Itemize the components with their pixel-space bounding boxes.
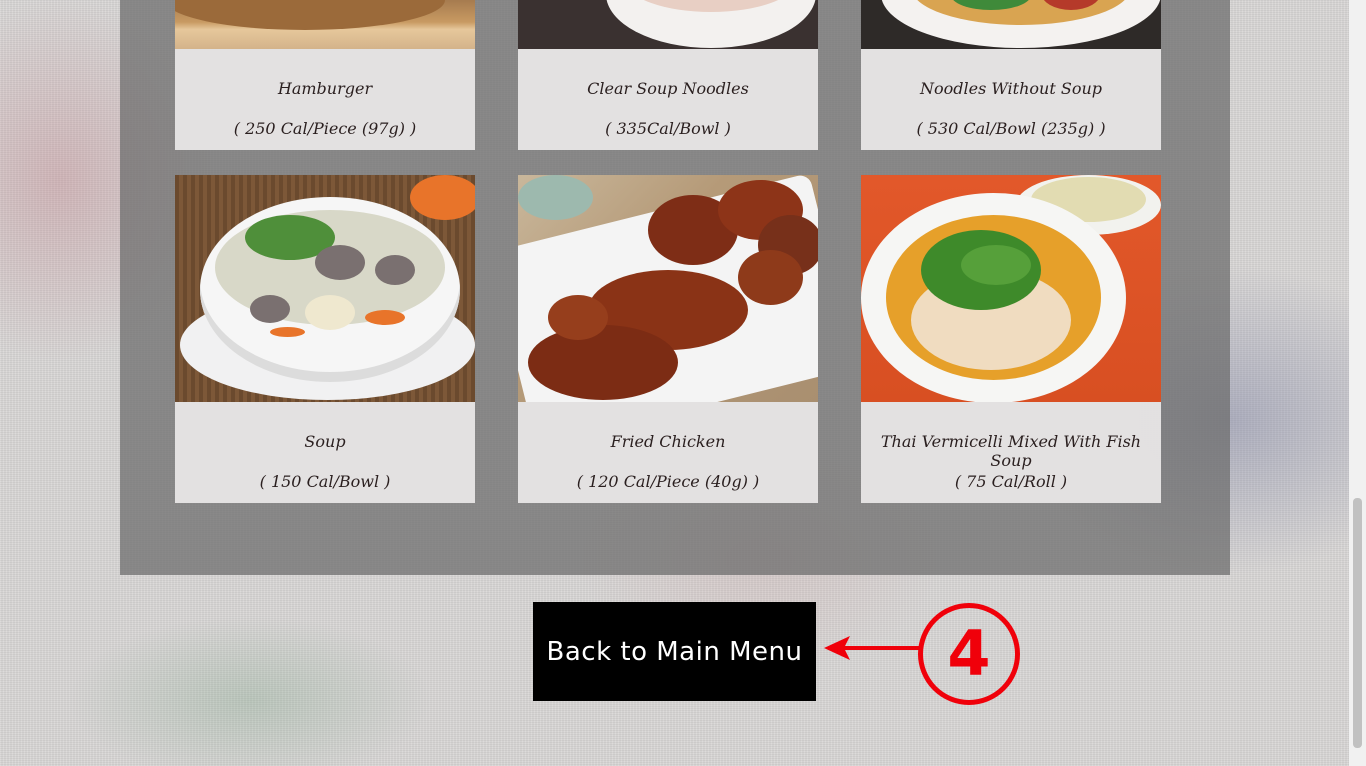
hamburger-image <box>175 0 475 49</box>
annotation-step-badge: 4 <box>918 603 1020 705</box>
menu-card-thai-vermicelli[interactable]: Thai Vermicelli Mixed With Fish Soup ( 7… <box>861 175 1161 503</box>
item-name: Fried Chicken <box>610 432 726 451</box>
noodles-without-soup-image <box>861 0 1161 49</box>
item-calories: ( 120 Cal/Piece (40g) ) <box>576 472 760 491</box>
item-name: Hamburger <box>277 79 373 98</box>
menu-card-fried-chicken[interactable]: Fried Chicken ( 120 Cal/Piece (40g) ) <box>518 175 818 503</box>
soup-image <box>175 175 475 402</box>
item-name: Clear Soup Noodles <box>587 79 749 98</box>
annotation-arrow-icon <box>824 636 919 660</box>
item-calories: ( 335Cal/Bowl ) <box>605 119 731 138</box>
vertical-scrollbar[interactable] <box>1349 0 1366 766</box>
menu-card-hamburger[interactable]: Hamburger ( 250 Cal/Piece (97g) ) <box>175 0 475 150</box>
thai-vermicelli-image <box>861 175 1161 402</box>
clear-soup-noodles-image <box>518 0 818 49</box>
item-name: Thai Vermicelli Mixed With Fish Soup <box>880 432 1142 470</box>
menu-panel: Hamburger ( 250 Cal/Piece (97g) ) Clear … <box>120 0 1230 575</box>
item-calories: ( 250 Cal/Piece (97g) ) <box>233 119 417 138</box>
item-name: Noodles Without Soup <box>920 79 1102 98</box>
scrollbar-thumb[interactable] <box>1353 498 1362 748</box>
menu-card-soup[interactable]: Soup ( 150 Cal/Bowl ) <box>175 175 475 503</box>
back-to-main-menu-button[interactable]: Back to Main Menu <box>533 602 816 701</box>
item-calories: ( 150 Cal/Bowl ) <box>259 472 391 491</box>
fried-chicken-image <box>518 175 818 402</box>
item-calories: ( 530 Cal/Bowl (235g) ) <box>916 119 1106 138</box>
menu-card-clear-soup-noodles[interactable]: Clear Soup Noodles ( 335Cal/Bowl ) <box>518 0 818 150</box>
menu-card-noodles-without-soup[interactable]: Noodles Without Soup ( 530 Cal/Bowl (235… <box>861 0 1161 150</box>
item-name: Soup <box>304 432 346 451</box>
